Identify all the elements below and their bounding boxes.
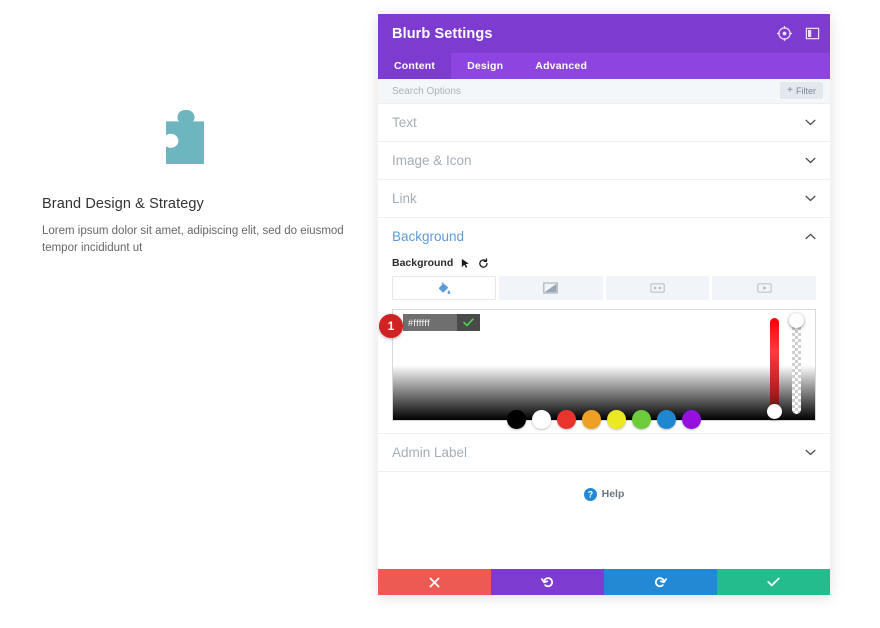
section-admin-label-text: Admin Label [392, 445, 468, 460]
help-circle-icon: ? [583, 487, 597, 501]
blurb-body-text: Lorem ipsum dolor sit amet, adipiscing e… [42, 225, 344, 255]
paint-bucket-icon [438, 282, 451, 295]
section-image-icon-header[interactable]: Image & Icon [392, 142, 816, 179]
swatch-black[interactable] [507, 410, 526, 429]
alpha-slider-handle[interactable] [789, 313, 804, 328]
screen: Brand Design & Strategy Lorem ipsum dolo… [0, 0, 880, 628]
cancel-button[interactable] [378, 569, 491, 595]
swatch-white[interactable] [532, 410, 551, 429]
chevron-down-icon [805, 157, 816, 164]
chevron-down-icon [805, 195, 816, 202]
step-badge-1: 1 [379, 314, 403, 338]
tab-content[interactable]: Content [378, 53, 452, 79]
tab-design[interactable]: Design [451, 53, 519, 79]
save-button[interactable] [717, 569, 830, 595]
undo-icon [541, 576, 554, 587]
filter-button-label: Filter [796, 85, 816, 96]
page-preview-area: Brand Design & Strategy Lorem ipsum dolo… [0, 0, 378, 628]
swatch-orange[interactable] [582, 410, 601, 429]
section-background-label: Background [392, 229, 465, 244]
background-type-tabs [392, 276, 816, 300]
redo-icon [654, 576, 667, 587]
background-gradient-tab[interactable] [498, 276, 603, 300]
gradient-icon [543, 282, 558, 294]
color-picker[interactable]: 1 [379, 309, 816, 429]
help-row[interactable]: ? Help [378, 472, 830, 516]
svg-text:?: ? [587, 489, 592, 499]
section-text[interactable]: Text [378, 104, 830, 142]
tab-advanced[interactable]: Advanced [519, 53, 603, 79]
hex-color-input[interactable] [403, 314, 457, 331]
plus-icon: + [787, 84, 793, 96]
swatch-yellow[interactable] [607, 410, 626, 429]
swatch-blue[interactable] [657, 410, 676, 429]
background-field-label: Background [392, 257, 454, 269]
section-link[interactable]: Link [378, 180, 830, 218]
color-swatches [393, 410, 815, 429]
background-video-tab[interactable] [712, 276, 816, 300]
blurb-module[interactable]: Brand Design & Strategy Lorem ipsum dolo… [42, 108, 362, 258]
help-label: Help [601, 488, 625, 500]
check-icon [767, 577, 780, 587]
panel-header-icons [777, 14, 820, 53]
blurb-settings-panel: Blurb Settings Content Design Advanced S… [378, 14, 830, 595]
check-icon [463, 318, 474, 327]
swatch-purple[interactable] [682, 410, 701, 429]
panel-footer [378, 569, 830, 595]
section-text-header[interactable]: Text [392, 104, 816, 141]
background-color-tab[interactable] [392, 276, 496, 300]
video-icon [756, 283, 772, 293]
search-input[interactable]: Search Options [392, 86, 461, 97]
image-icon [650, 283, 665, 293]
section-image-icon[interactable]: Image & Icon [378, 142, 830, 180]
section-text-label: Text [392, 115, 417, 130]
hex-input-group [403, 314, 480, 331]
reset-icon[interactable] [478, 257, 489, 269]
section-link-header[interactable]: Link [392, 180, 816, 217]
section-image-icon-label: Image & Icon [392, 153, 472, 168]
background-settings: Background 1 #ffffff [379, 255, 816, 433]
swatch-green[interactable] [632, 410, 651, 429]
puzzle-piece-icon [166, 110, 204, 164]
redo-button[interactable] [604, 569, 717, 595]
close-icon [429, 577, 440, 587]
blurb-icon-wrap [42, 108, 362, 170]
section-admin-label-header[interactable]: Admin Label [392, 434, 816, 471]
alpha-slider[interactable] [789, 313, 804, 414]
section-background: Background Background 1 #ffffff [378, 218, 830, 434]
panel-header: Blurb Settings [378, 14, 830, 53]
cursor-pointer-icon[interactable] [460, 258, 471, 269]
section-background-header[interactable]: Background [392, 218, 816, 255]
hex-confirm-button[interactable] [457, 314, 480, 331]
panel-body: Text Image & Icon Link Background Backgr… [378, 104, 830, 569]
section-link-label: Link [392, 191, 417, 206]
background-image-tab[interactable] [605, 276, 710, 300]
swatch-red[interactable] [557, 410, 576, 429]
layout-toggle-icon[interactable] [805, 26, 820, 41]
filter-button[interactable]: + Filter [780, 82, 823, 99]
undo-button[interactable] [491, 569, 604, 595]
search-bar: Search Options + Filter [378, 79, 830, 104]
chevron-down-icon [805, 449, 816, 456]
chevron-up-icon [805, 233, 816, 240]
hue-slider[interactable] [767, 318, 782, 419]
panel-title: Blurb Settings [392, 25, 493, 42]
section-admin-label[interactable]: Admin Label [378, 434, 830, 472]
target-icon[interactable] [777, 26, 792, 41]
blurb-title: Brand Design & Strategy [42, 196, 204, 212]
panel-tabs: Content Design Advanced [378, 53, 830, 79]
chevron-down-icon [805, 119, 816, 126]
background-field-label-row: Background [392, 257, 816, 269]
